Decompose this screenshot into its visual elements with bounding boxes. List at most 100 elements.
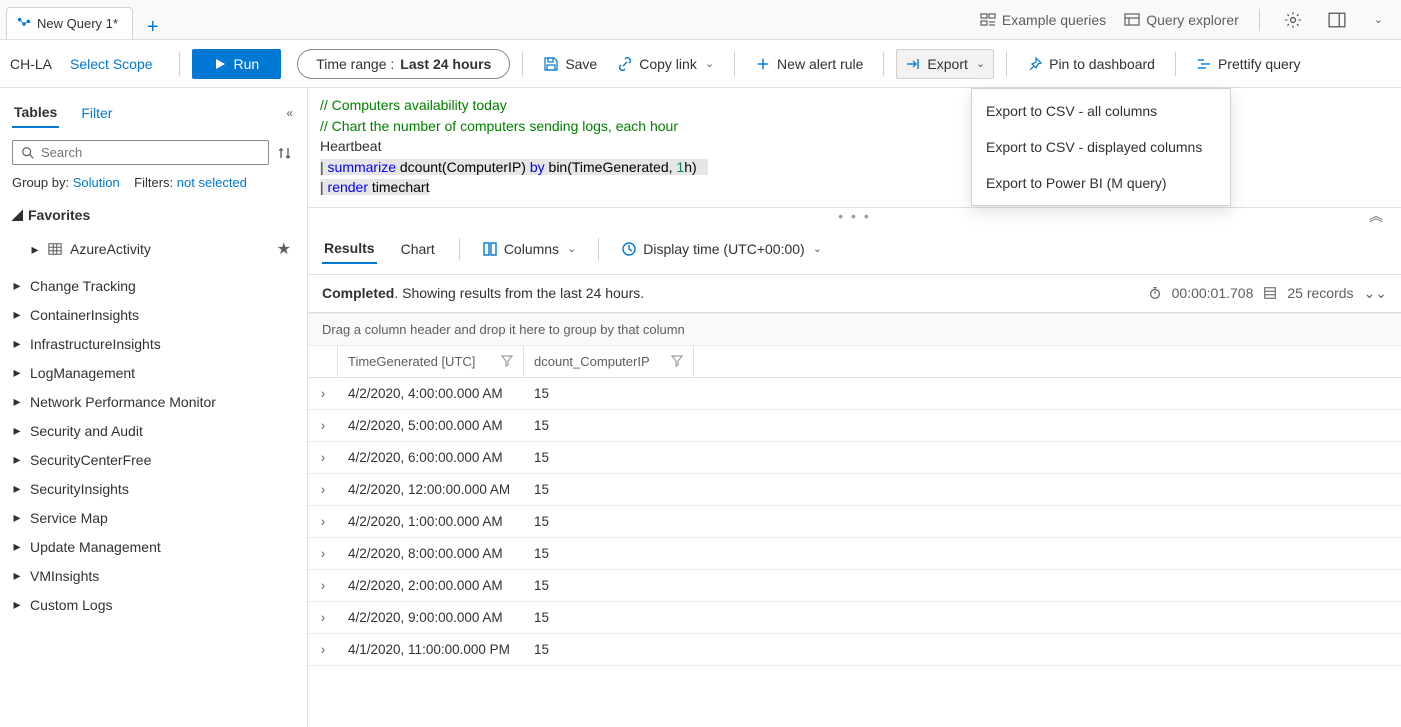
sidebar-tab-filter[interactable]: Filter <box>79 99 114 127</box>
filter-icon[interactable] <box>671 355 683 367</box>
sidebar-section[interactable]: ▸VMInsights <box>12 567 293 584</box>
sidebar-section[interactable]: ▸ Custom Logs <box>12 596 293 613</box>
query-kw-summarize: summarize <box>328 159 396 175</box>
group-by-dropzone[interactable]: Drag a column header and drop it here to… <box>308 313 1401 346</box>
table-row[interactable]: ›4/1/2020, 11:00:00.000 PM15 <box>308 634 1401 666</box>
toolbar-divider-5 <box>1006 52 1007 76</box>
display-time-button[interactable]: Display time (UTC+00:00) ⌄ <box>621 241 822 257</box>
sidebar-section[interactable]: ▸Security and Audit <box>12 422 293 439</box>
example-queries-button[interactable]: Example queries <box>980 12 1106 28</box>
example-queries-icon <box>980 12 996 28</box>
sidebar-section[interactable]: ▸Change Tracking <box>12 277 293 294</box>
results-table: TimeGenerated [UTC] dcount_ComputerIP ›4… <box>308 346 1401 727</box>
search-icon <box>21 146 35 160</box>
new-alert-rule-button[interactable]: New alert rule <box>747 50 871 78</box>
topbar-chevron-icon[interactable]: ⌄ <box>1370 9 1387 30</box>
settings-icon[interactable] <box>1280 7 1306 33</box>
sidebar-section[interactable]: ▸ContainerInsights <box>12 306 293 323</box>
cell-time: 4/2/2020, 4:00:00.000 AM <box>338 378 524 409</box>
th-count[interactable]: dcount_ComputerIP <box>524 346 694 377</box>
filters-value[interactable]: not selected <box>177 175 247 190</box>
cell-time: 4/2/2020, 6:00:00.000 AM <box>338 442 524 473</box>
export-powerbi[interactable]: Export to Power BI (M query) <box>972 165 1230 201</box>
query-duration: 00:00:01.708 <box>1172 285 1254 301</box>
sidebar-section[interactable]: ▸LogManagement <box>12 364 293 381</box>
export-button[interactable]: Export ⌄ <box>896 49 994 79</box>
panel-layout-icon[interactable] <box>1324 7 1350 33</box>
table-row[interactable]: ›4/2/2020, 6:00:00.000 AM15 <box>308 442 1401 474</box>
row-expand-icon[interactable]: › <box>308 602 338 633</box>
favorite-item-azureactivity[interactable]: ▸ AzureActivity ★ <box>12 233 293 265</box>
export-csv-all[interactable]: Export to CSV - all columns <box>972 93 1230 129</box>
sidebar-section[interactable]: ▸SecurityCenterFree <box>12 451 293 468</box>
sidebar-collapse-button[interactable]: « <box>286 106 293 120</box>
query-line-2: // Chart the number of computers sending… <box>320 118 678 134</box>
caret-right-icon: ▸ <box>12 335 22 352</box>
copy-link-button[interactable]: Copy link ⌄ <box>609 50 722 78</box>
results-tab[interactable]: Results <box>322 234 377 264</box>
section-label: Custom Logs <box>30 597 112 613</box>
pin-to-dashboard-button[interactable]: Pin to dashboard <box>1019 50 1163 78</box>
query-editor[interactable]: // Computers availability today // Chart… <box>308 88 1401 208</box>
row-expand-icon[interactable]: › <box>308 378 338 409</box>
row-expand-icon[interactable]: › <box>308 538 338 569</box>
prettify-icon <box>1196 56 1212 72</box>
records-icon <box>1263 286 1277 300</box>
query-tab[interactable]: New Query 1* <box>6 7 133 39</box>
table-row[interactable]: ›4/2/2020, 12:00:00.000 AM15 <box>308 474 1401 506</box>
time-range-picker[interactable]: Time range : Last 24 hours <box>297 49 510 79</box>
new-tab-button[interactable]: + <box>135 16 171 39</box>
caret-right-icon: ▸ <box>12 596 22 613</box>
table-row[interactable]: ›4/2/2020, 4:00:00.000 AM15 <box>308 378 1401 410</box>
caret-right-icon: ▸ <box>12 364 22 381</box>
row-expand-icon[interactable]: › <box>308 442 338 473</box>
example-queries-label: Example queries <box>1002 12 1106 28</box>
filter-icon[interactable] <box>501 355 513 367</box>
sidebar-section[interactable]: ▸ InfrastructureInsights <box>12 335 293 352</box>
export-csv-displayed[interactable]: Export to CSV - displayed columns <box>972 129 1230 165</box>
th-time[interactable]: TimeGenerated [UTC] <box>338 346 524 377</box>
select-scope-link[interactable]: Select Scope <box>70 56 167 72</box>
sidebar-search[interactable] <box>12 140 269 165</box>
groupby-label: Group by: <box>12 175 69 190</box>
table-row[interactable]: ›4/2/2020, 5:00:00.000 AM15 <box>308 410 1401 442</box>
splitter[interactable]: • • • ︽ <box>308 208 1401 224</box>
columns-button[interactable]: Columns ⌄ <box>482 241 576 257</box>
table-row[interactable]: ›4/2/2020, 2:00:00.000 AM15 <box>308 570 1401 602</box>
display-time-label: Display time (UTC+00:00) <box>643 241 804 257</box>
collapse-results-icon[interactable]: ︽ <box>1369 206 1385 226</box>
table-row[interactable]: ›4/2/2020, 9:00:00.000 AM15 <box>308 602 1401 634</box>
row-expand-icon[interactable]: › <box>308 474 338 505</box>
sidebar-section[interactable]: ▸SecurityInsights <box>12 480 293 497</box>
sidebar-section[interactable]: ▸Update Management <box>12 538 293 555</box>
sidebar-section[interactable]: ▸Network Performance Monitor <box>12 393 293 410</box>
section-label: InfrastructureInsights <box>30 336 161 352</box>
prettify-query-button[interactable]: Prettify query <box>1188 50 1308 78</box>
sort-icon[interactable] <box>277 145 293 161</box>
chart-tab[interactable]: Chart <box>399 235 437 263</box>
run-button[interactable]: Run <box>192 49 282 79</box>
caret-right-icon: ▸ <box>12 480 22 497</box>
prettify-label: Prettify query <box>1218 56 1300 72</box>
row-expand-icon[interactable]: › <box>308 506 338 537</box>
query-explorer-label: Query explorer <box>1146 12 1239 28</box>
query-explorer-button[interactable]: Query explorer <box>1124 12 1239 28</box>
toolbar-divider-1 <box>179 52 180 76</box>
section-label: Update Management <box>30 539 161 555</box>
groupby-row: Group by: Solution Filters: not selected <box>12 175 293 190</box>
expand-down-icon[interactable]: ⌄⌄ <box>1364 285 1387 302</box>
row-expand-icon[interactable]: › <box>308 410 338 441</box>
table-row[interactable]: ›4/2/2020, 8:00:00.000 AM15 <box>308 538 1401 570</box>
favorites-header[interactable]: ◢ Favorites <box>12 206 293 223</box>
star-icon[interactable]: ★ <box>277 239 291 259</box>
sidebar-tab-tables[interactable]: Tables <box>12 98 59 128</box>
search-input[interactable] <box>41 145 260 160</box>
row-expand-icon[interactable]: › <box>308 634 338 665</box>
table-row[interactable]: ›4/2/2020, 1:00:00.000 AM15 <box>308 506 1401 538</box>
save-button[interactable]: Save <box>535 50 605 78</box>
section-label: SecurityCenterFree <box>30 452 151 468</box>
groupby-value[interactable]: Solution <box>73 175 120 190</box>
row-expand-icon[interactable]: › <box>308 570 338 601</box>
run-icon <box>214 58 226 70</box>
sidebar-section[interactable]: ▸Service Map <box>12 509 293 526</box>
